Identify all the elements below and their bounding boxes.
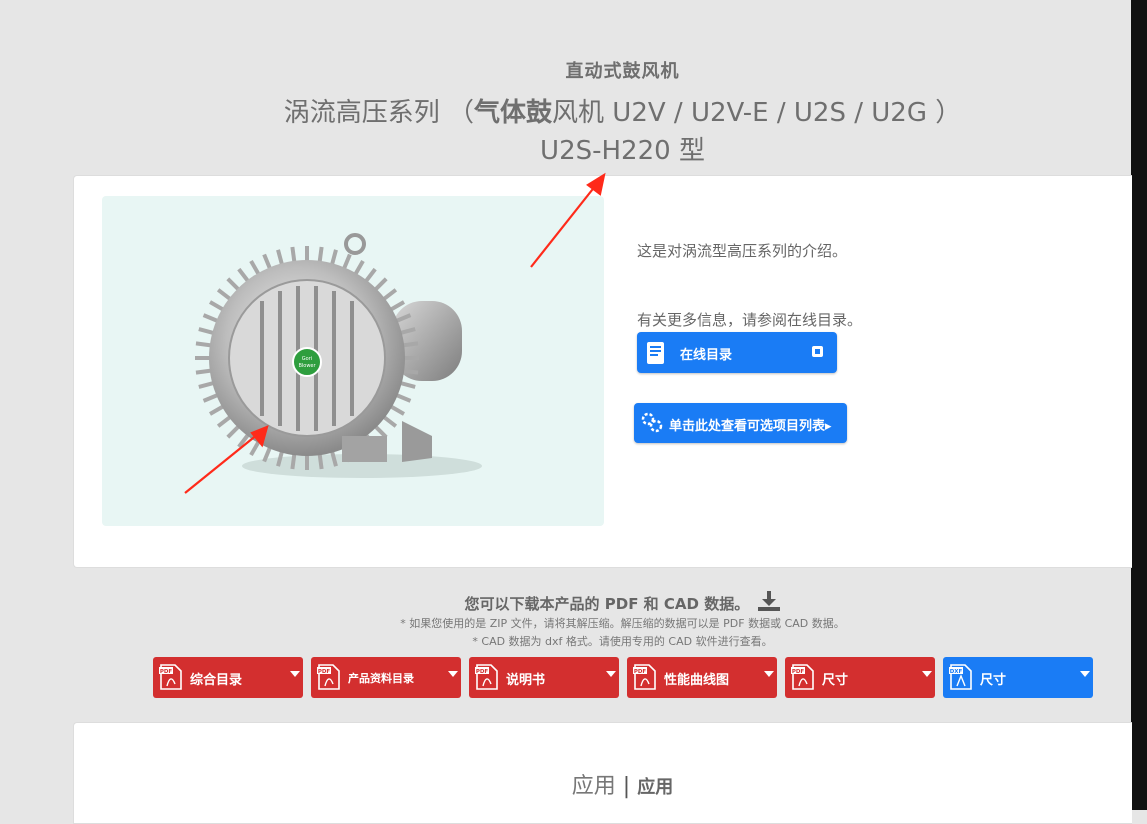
pdf-icon-label: PDF [792,669,805,675]
download-product-catalog-button[interactable]: PDF 产品资料目录 [311,657,461,698]
pdf-icon-label: PDF [634,669,647,675]
series-title-light: 涡流高压系列 （ [283,98,475,128]
badge-text-1: Gori [302,356,312,362]
pdf-icon-label: PDF [318,669,331,675]
application-title: 应用 | 应用 [0,768,1147,800]
download-dimensions-cad-button[interactable]: DXF 尺寸 [943,657,1093,698]
download-title: 您可以下载本产品的 PDF 和 CAD 数据。 [0,591,1147,614]
application-title-bold: 应用 [637,777,674,798]
download-title-text: 您可以下载本产品的 PDF 和 CAD 数据。 [464,595,750,613]
caret-down-icon [290,671,300,677]
download-button-label: 产品资料目录 [348,672,414,685]
options-list-button[interactable]: 单击此处查看可选项目列表▸ [634,403,847,443]
badge-text-2: Blower [298,363,316,369]
pdf-file-icon: PDF [633,664,656,690]
download-dimensions-pdf-button[interactable]: PDF 尺寸 [785,657,935,698]
download-button-label: 性能曲线图 [664,673,730,688]
download-button-label: 综合目录 [190,673,243,688]
pdf-file-icon: PDF [791,664,814,690]
pdf-file-icon: PDF [317,664,340,690]
download-manual-button[interactable]: PDF 说明书 [469,657,619,698]
product-intro-text: 这是对涡流型高压系列的介绍。 [637,242,848,260]
online-catalog-label: 在线目录 [680,348,733,363]
series-title: 涡流高压系列 （气体鼓风机 U2V / U2V-E / U2S / U2G ） [0,92,1147,129]
download-note-zip: * 如果您使用的是 ZIP 文件，请将其解压缩。解压缩的数据可以是 PDF 数据… [400,617,845,630]
brand-badge [292,347,322,377]
more-info-text: 有关更多信息，请参阅在线目录。 [637,311,863,329]
options-list-label: 单击此处查看可选项目列表▸ [669,419,832,434]
pdf-icon-label: PDF [160,669,173,675]
caret-down-icon [606,671,616,677]
download-general-catalog-button[interactable]: PDF 综合目录 [153,657,303,698]
book-icon [647,342,664,364]
caret-down-icon [448,671,458,677]
caret-down-icon [1080,671,1090,677]
model-title: U2S-H220 型 [540,136,705,166]
dxf-icon-label: DXF [950,669,963,675]
caret-down-icon [764,671,774,677]
download-button-label: 尺寸 [822,673,849,688]
download-button-label: 说明书 [506,673,546,688]
caret-down-icon [922,671,932,677]
online-catalog-button[interactable]: 在线目录 [637,332,837,373]
application-title-text: 应用 [571,774,616,799]
pdf-file-icon: PDF [159,664,182,690]
pdf-icon-label: PDF [476,669,489,675]
external-link-icon [812,346,823,357]
series-title-bold: 气体鼓 [474,98,553,128]
product-image: Gori Blower [102,196,604,526]
download-performance-curve-button[interactable]: PDF 性能曲线图 [627,657,777,698]
gears-icon [641,412,663,433]
series-title-rest: 风机 U2V / U2V-E / U2S / U2G ） [552,98,962,128]
pdf-file-icon: PDF [475,664,498,690]
dxf-file-icon: DXF [949,664,972,690]
application-title-separator: | [622,774,631,799]
download-icon [758,591,781,611]
page-subtitle: 直动式鼓风机 [565,61,680,82]
download-button-label: 尺寸 [980,673,1007,688]
download-note-cad: * CAD 数据为 dxf 格式。请使用专用的 CAD 软件进行查看。 [472,635,773,648]
